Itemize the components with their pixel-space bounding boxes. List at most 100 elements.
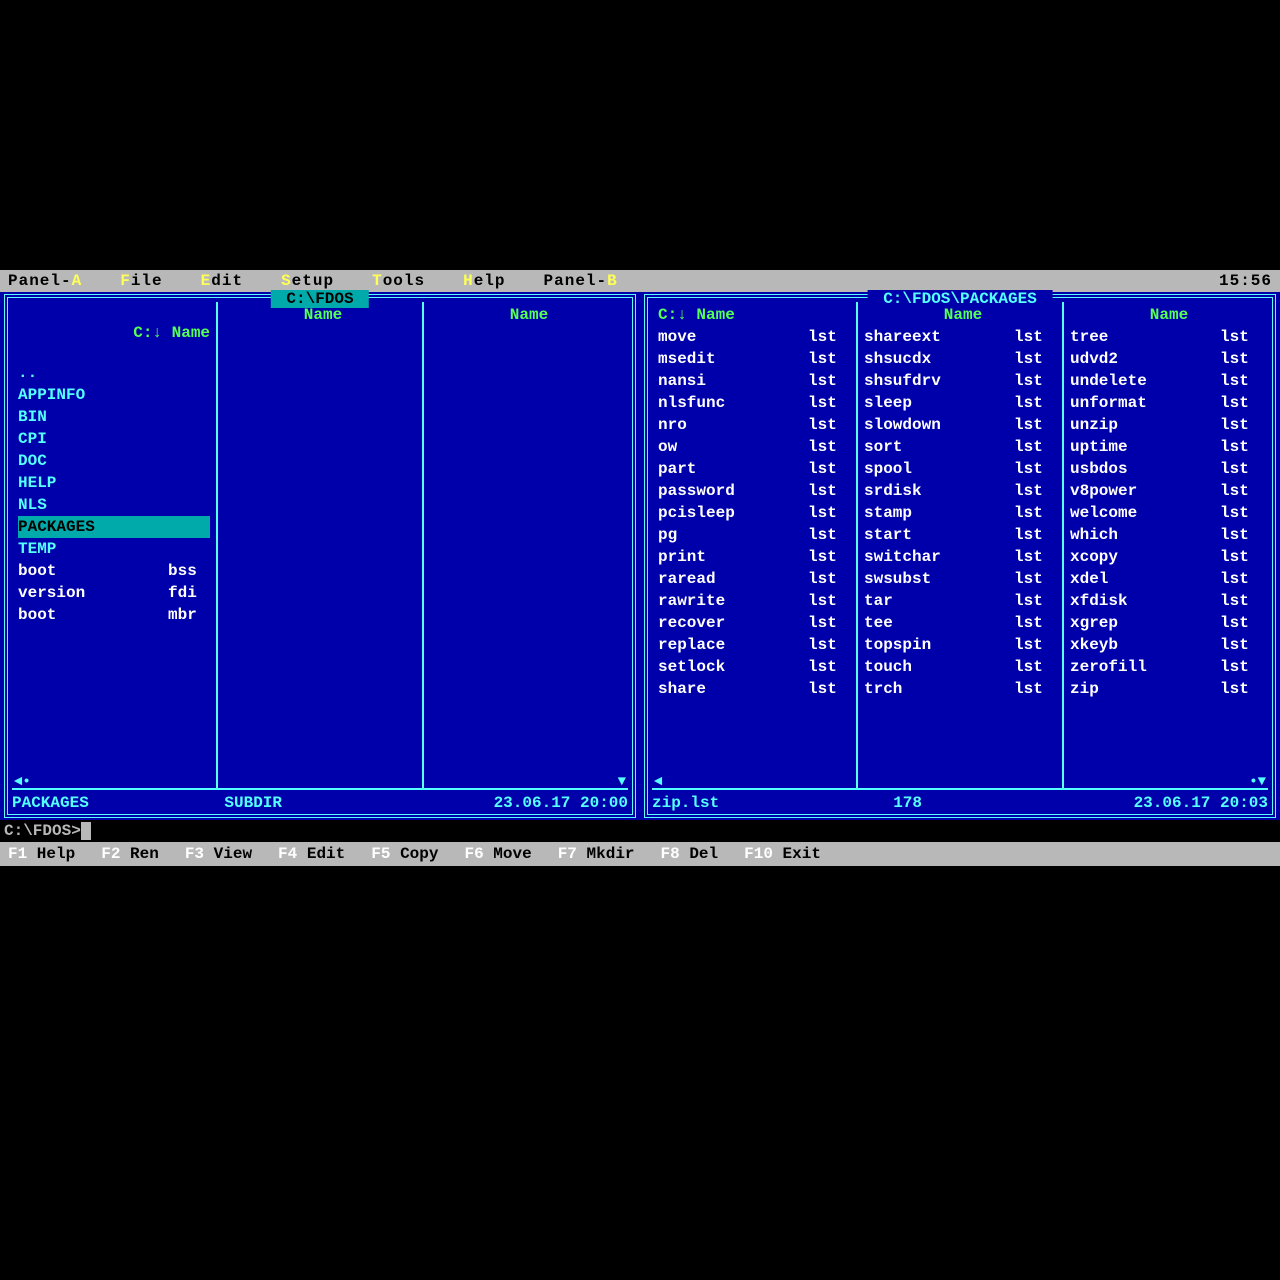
column-header[interactable]: Name <box>1064 302 1268 326</box>
file-name: version <box>18 582 168 604</box>
file-row[interactable]: rareadlst <box>658 568 850 590</box>
file-row[interactable]: bootmbr <box>18 604 210 626</box>
file-name: TEMP <box>18 538 168 560</box>
file-row[interactable]: touchlst <box>864 656 1056 678</box>
file-row[interactable]: CPI <box>18 428 210 450</box>
file-row[interactable]: rawritelst <box>658 590 850 612</box>
file-row[interactable]: BIN <box>18 406 210 428</box>
column-header[interactable]: Name <box>424 302 628 326</box>
fkey-f3[interactable]: F3 View <box>185 845 252 863</box>
file-row[interactable]: versionfdi <box>18 582 210 604</box>
file-row[interactable]: .. <box>18 362 210 384</box>
file-list: shareextlstshsucdxlstshsufdrvlstsleeplst… <box>858 326 1062 700</box>
file-row[interactable]: nlsfunclst <box>658 392 850 414</box>
file-row[interactable]: sortlst <box>864 436 1056 458</box>
file-row[interactable]: movelst <box>658 326 850 348</box>
column-header[interactable]: C:↓ Name <box>12 302 216 362</box>
file-row[interactable]: replacelst <box>658 634 850 656</box>
menu-item[interactable]: File <box>120 272 162 290</box>
file-row[interactable]: switcharlst <box>864 546 1056 568</box>
fkey-f8[interactable]: F8 Del <box>661 845 719 863</box>
left-panel[interactable]: C:\FDOS C:↓ Name ..APPINFOBINCPIDOCHELPN… <box>0 292 640 820</box>
menu-item[interactable]: Panel-B <box>544 272 618 290</box>
file-row[interactable]: TEMP <box>18 538 210 560</box>
file-ext: lst <box>1220 392 1262 414</box>
file-row[interactable]: owlst <box>658 436 850 458</box>
file-row[interactable]: nansilst <box>658 370 850 392</box>
file-row[interactable]: unziplst <box>1070 414 1262 436</box>
fkey-f4[interactable]: F4 Edit <box>278 845 345 863</box>
file-row[interactable]: shsucdxlst <box>864 348 1056 370</box>
file-row[interactable]: sleeplst <box>864 392 1056 414</box>
file-name: udvd2 <box>1070 348 1220 370</box>
file-name: spool <box>864 458 1014 480</box>
fkey-f5[interactable]: F5 Copy <box>371 845 438 863</box>
right-panel[interactable]: C:\FDOS\PACKAGES C:↓ Namemovelstmseditls… <box>640 292 1280 820</box>
menu-item[interactable]: Edit <box>201 272 243 290</box>
command-line[interactable]: C:\FDOS> <box>0 820 1280 842</box>
file-name: msedit <box>658 348 808 370</box>
fkey-f10[interactable]: F10 Exit <box>744 845 821 863</box>
file-row[interactable]: xkeyblst <box>1070 634 1262 656</box>
file-row[interactable]: whichlst <box>1070 524 1262 546</box>
file-row[interactable]: DOC <box>18 450 210 472</box>
fkey-f6[interactable]: F6 Move <box>464 845 531 863</box>
fkey-f1[interactable]: F1 Help <box>8 845 75 863</box>
fkey-f7[interactable]: F7 Mkdir <box>558 845 635 863</box>
file-row[interactable]: xcopylst <box>1070 546 1262 568</box>
file-row[interactable]: xgreplst <box>1070 612 1262 634</box>
file-row[interactable]: unformatlst <box>1070 392 1262 414</box>
file-row[interactable]: APPINFO <box>18 384 210 406</box>
file-row[interactable]: PACKAGES <box>18 516 210 538</box>
file-name: shsucdx <box>864 348 1014 370</box>
file-row[interactable]: trchlst <box>864 678 1056 700</box>
menu-item[interactable]: Tools <box>372 272 425 290</box>
file-row[interactable]: welcomelst <box>1070 502 1262 524</box>
file-row[interactable]: tarlst <box>864 590 1056 612</box>
menu-item[interactable]: Panel-A <box>8 272 82 290</box>
file-row[interactable]: teelst <box>864 612 1056 634</box>
file-name: nansi <box>658 370 808 392</box>
menu-item[interactable]: Help <box>463 272 505 290</box>
file-row[interactable]: swsubstlst <box>864 568 1056 590</box>
file-row[interactable]: xdellst <box>1070 568 1262 590</box>
file-row[interactable]: ziplst <box>1070 678 1262 700</box>
file-ext: fdi <box>168 582 210 604</box>
file-name: replace <box>658 634 808 656</box>
file-row[interactable]: recoverlst <box>658 612 850 634</box>
file-row[interactable]: bootbss <box>18 560 210 582</box>
file-row[interactable]: shareextlst <box>864 326 1056 348</box>
file-row[interactable]: slowdownlst <box>864 414 1056 436</box>
file-row[interactable]: undeletelst <box>1070 370 1262 392</box>
file-row[interactable]: uptimelst <box>1070 436 1262 458</box>
file-row[interactable]: partlst <box>658 458 850 480</box>
file-row[interactable]: xfdisklst <box>1070 590 1262 612</box>
file-row[interactable]: setlocklst <box>658 656 850 678</box>
file-row[interactable]: zerofilllst <box>1070 656 1262 678</box>
file-row[interactable]: startlst <box>864 524 1056 546</box>
file-row[interactable]: usbdoslst <box>1070 458 1262 480</box>
column-header[interactable]: C:↓ Name <box>652 302 856 326</box>
file-row[interactable]: NLS <box>18 494 210 516</box>
file-row[interactable]: stamplst <box>864 502 1056 524</box>
file-row[interactable]: pcisleeplst <box>658 502 850 524</box>
fkey-f2[interactable]: F2 Ren <box>101 845 159 863</box>
file-row[interactable]: HELP <box>18 472 210 494</box>
menu-item[interactable]: Setup <box>281 272 334 290</box>
file-row[interactable]: udvd2lst <box>1070 348 1262 370</box>
file-row[interactable]: nrolst <box>658 414 850 436</box>
file-row[interactable]: printlst <box>658 546 850 568</box>
file-name: CPI <box>18 428 168 450</box>
file-row[interactable]: srdisklst <box>864 480 1056 502</box>
file-row[interactable]: v8powerlst <box>1070 480 1262 502</box>
file-row[interactable]: treelst <box>1070 326 1262 348</box>
file-row[interactable]: pglst <box>658 524 850 546</box>
file-row[interactable]: topspinlst <box>864 634 1056 656</box>
file-ext: lst <box>1014 656 1056 678</box>
file-row[interactable]: mseditlst <box>658 348 850 370</box>
file-row[interactable]: spoollst <box>864 458 1056 480</box>
file-ext: lst <box>808 590 850 612</box>
file-row[interactable]: shsufdrvlst <box>864 370 1056 392</box>
file-row[interactable]: sharelst <box>658 678 850 700</box>
file-row[interactable]: passwordlst <box>658 480 850 502</box>
